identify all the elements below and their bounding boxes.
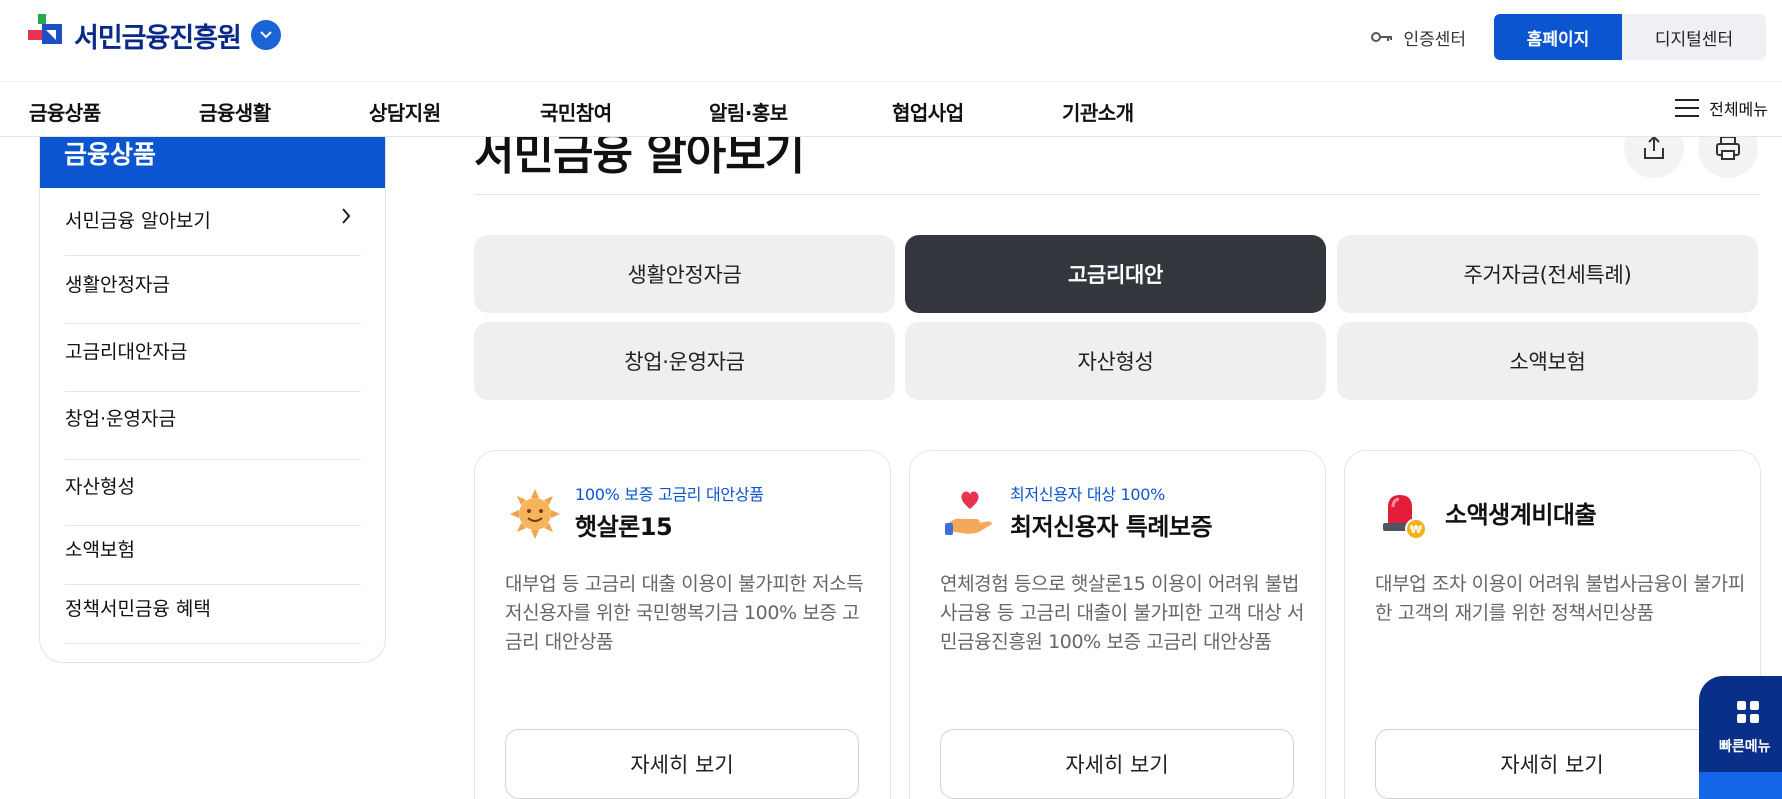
quick-menu-label: 빠른메뉴	[1719, 739, 1771, 755]
tab-startup[interactable]: 창업·운영자금	[474, 322, 895, 400]
sidebar-item-label: 정책서민금융 혜택	[65, 598, 211, 620]
cert-center-link[interactable]: 인증센터	[1371, 25, 1466, 50]
print-icon	[1716, 136, 1740, 160]
all-menu-button[interactable]: 전체메뉴	[1675, 96, 1768, 120]
digital-center-button[interactable]: 디지털센터	[1622, 14, 1766, 60]
chevron-down-icon[interactable]	[250, 20, 281, 50]
sidebar-item-label: 고금리대안자금	[65, 341, 188, 363]
siren-icon: ₩	[1378, 487, 1432, 541]
sidebar-item-living[interactable]: 생활안정자금	[65, 270, 361, 324]
product-card: 최저신용자 대상 100% 최저신용자 특례보증 연체경험 등으로 햇살론15 …	[909, 450, 1326, 799]
sidebar-item-overview[interactable]: 서민금융 알아보기	[65, 206, 361, 256]
view-details-button[interactable]: 자세히 보기	[1375, 729, 1729, 799]
sidebar-item-label: 창업·운영자금	[65, 408, 176, 430]
main-navigation: 금융상품 금융생활 상담지원 국민참여 알림·홍보 협업사업 기관소개 전체메뉴	[0, 81, 1782, 137]
hamburger-icon	[1675, 99, 1700, 117]
title-divider	[474, 194, 1760, 195]
site-logo[interactable]: 서민금융진흥원	[28, 10, 281, 60]
gnb-item-counseling[interactable]: 상담지원	[369, 97, 441, 126]
sidebar-item-label: 소액보험	[65, 539, 135, 561]
tab-assets[interactable]: 자산형성	[905, 322, 1326, 400]
sun-icon	[508, 487, 562, 541]
gnb-item-cooperation[interactable]: 협업사업	[892, 97, 964, 126]
card-title: 햇살론15	[575, 513, 673, 541]
sidebar-item-high-rate-alt[interactable]: 고금리대안자금	[65, 337, 361, 392]
card-subtitle: 최저신용자 대상 100%	[1010, 485, 1166, 504]
quick-menu-button[interactable]: 빠른메뉴	[1699, 676, 1782, 799]
tab-micro-insurance[interactable]: 소액보험	[1337, 322, 1758, 400]
sidebar-item-assets[interactable]: 자산형성	[65, 472, 361, 526]
product-card: 100% 보증 고금리 대안상품 햇살론15 대부업 등 고금리 대출 이용이 …	[474, 450, 891, 799]
chevron-right-icon	[342, 208, 351, 224]
sidebar: 금융상품 서민금융 알아보기 생활안정자금 고금리대안자금 창업·운영자금 자산…	[39, 110, 386, 663]
sidebar-item-label: 자산형성	[65, 476, 135, 498]
all-menu-label: 전체메뉴	[1709, 100, 1768, 119]
sidebar-title-text: 금융상품	[64, 140, 157, 169]
card-subtitle: 100% 보증 고금리 대안상품	[575, 485, 764, 504]
view-details-button[interactable]: 자세히 보기	[505, 729, 859, 799]
tab-living[interactable]: 생활안정자금	[474, 235, 895, 313]
logo-text: 서민금융진흥원	[74, 22, 242, 54]
sidebar-item-micro-insurance[interactable]: 소액보험	[65, 535, 361, 585]
cert-center-label: 인증센터	[1403, 29, 1466, 50]
heart-hand-icon	[943, 487, 997, 541]
sidebar-item-label: 서민금융 알아보기	[65, 210, 211, 232]
gnb-item-financial-life[interactable]: 금융생활	[199, 97, 271, 126]
homepage-button[interactable]: 홈페이지	[1494, 14, 1622, 60]
svg-text:₩: ₩	[1410, 523, 1422, 536]
top-header: 서민금융진흥원 인증센터 홈페이지 디지털센터	[0, 0, 1782, 81]
sidebar-item-startup[interactable]: 창업·운영자금	[65, 404, 361, 460]
logo-mark-icon	[28, 14, 70, 56]
card-title: 최저신용자 특례보증	[1010, 513, 1213, 541]
gnb-item-notice-pr[interactable]: 알림·홍보	[709, 97, 788, 126]
sidebar-item-benefits[interactable]: 정책서민금융 혜택	[65, 594, 361, 644]
card-title: 소액생계비대출	[1445, 501, 1597, 529]
gnb-item-about[interactable]: 기관소개	[1062, 97, 1134, 126]
key-icon	[1371, 32, 1393, 42]
card-description: 대부업 조차 이용이 어려워 불법사금융이 불가피한 고객의 재기를 위한 정책…	[1375, 573, 1745, 624]
card-description: 연체경험 등으로 햇살론15 이용이 어려워 불법사금융 등 고금리 대출이 불…	[940, 573, 1304, 653]
quick-menu-secondary[interactable]	[1699, 772, 1782, 799]
tab-housing[interactable]: 주거자금(전세특례)	[1337, 235, 1758, 313]
gnb-item-financial-products[interactable]: 금융상품	[29, 97, 101, 126]
view-details-button[interactable]: 자세히 보기	[940, 729, 1294, 799]
utility-links: 인증센터 홈페이지 디지털센터	[1371, 14, 1766, 60]
grid-icon	[1737, 701, 1759, 723]
card-description: 대부업 등 고금리 대출 이용이 불가피한 저소득 저신용자를 위한 국민행복기…	[505, 573, 864, 653]
gnb-item-participation[interactable]: 국민참여	[540, 97, 612, 126]
tab-high-rate-alt[interactable]: 고금리대안	[905, 235, 1326, 313]
share-icon	[1644, 135, 1664, 159]
sidebar-item-label: 생활안정자금	[65, 274, 170, 296]
